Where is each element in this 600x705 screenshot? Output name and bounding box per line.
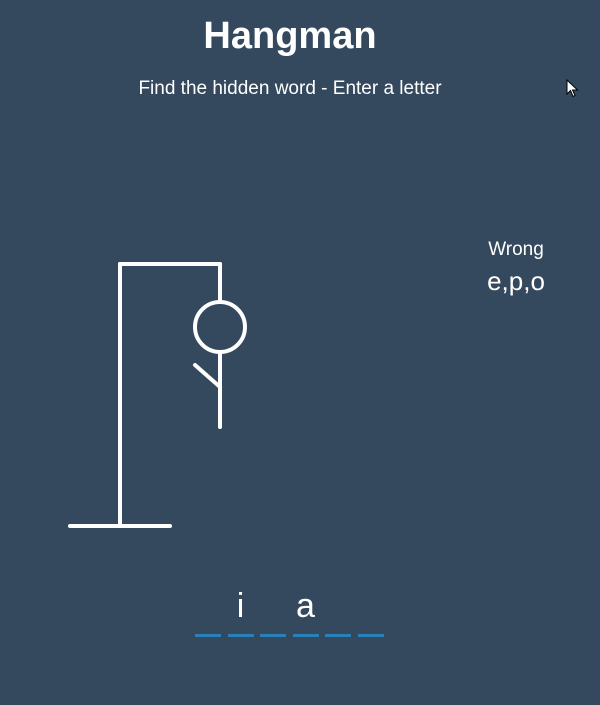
hangman-head bbox=[193, 300, 247, 354]
hidden-word: i a bbox=[195, 583, 390, 637]
hangman-left-arm bbox=[193, 363, 222, 389]
letter-slot bbox=[357, 583, 384, 637]
letter-slot bbox=[260, 583, 286, 637]
wrong-letters-panel: Wrong e,p,o bbox=[456, 238, 576, 298]
hangman-game: Hangman Find the hidden word - Enter a l… bbox=[0, 0, 600, 705]
wrong-letters-list: e,p,o bbox=[487, 266, 545, 296]
wrong-letters-title: Wrong bbox=[488, 239, 544, 260]
letter-slot bbox=[325, 583, 351, 637]
letter-slot: a bbox=[292, 583, 319, 637]
letter-slot: i bbox=[227, 583, 254, 637]
letter-slot bbox=[195, 583, 221, 637]
